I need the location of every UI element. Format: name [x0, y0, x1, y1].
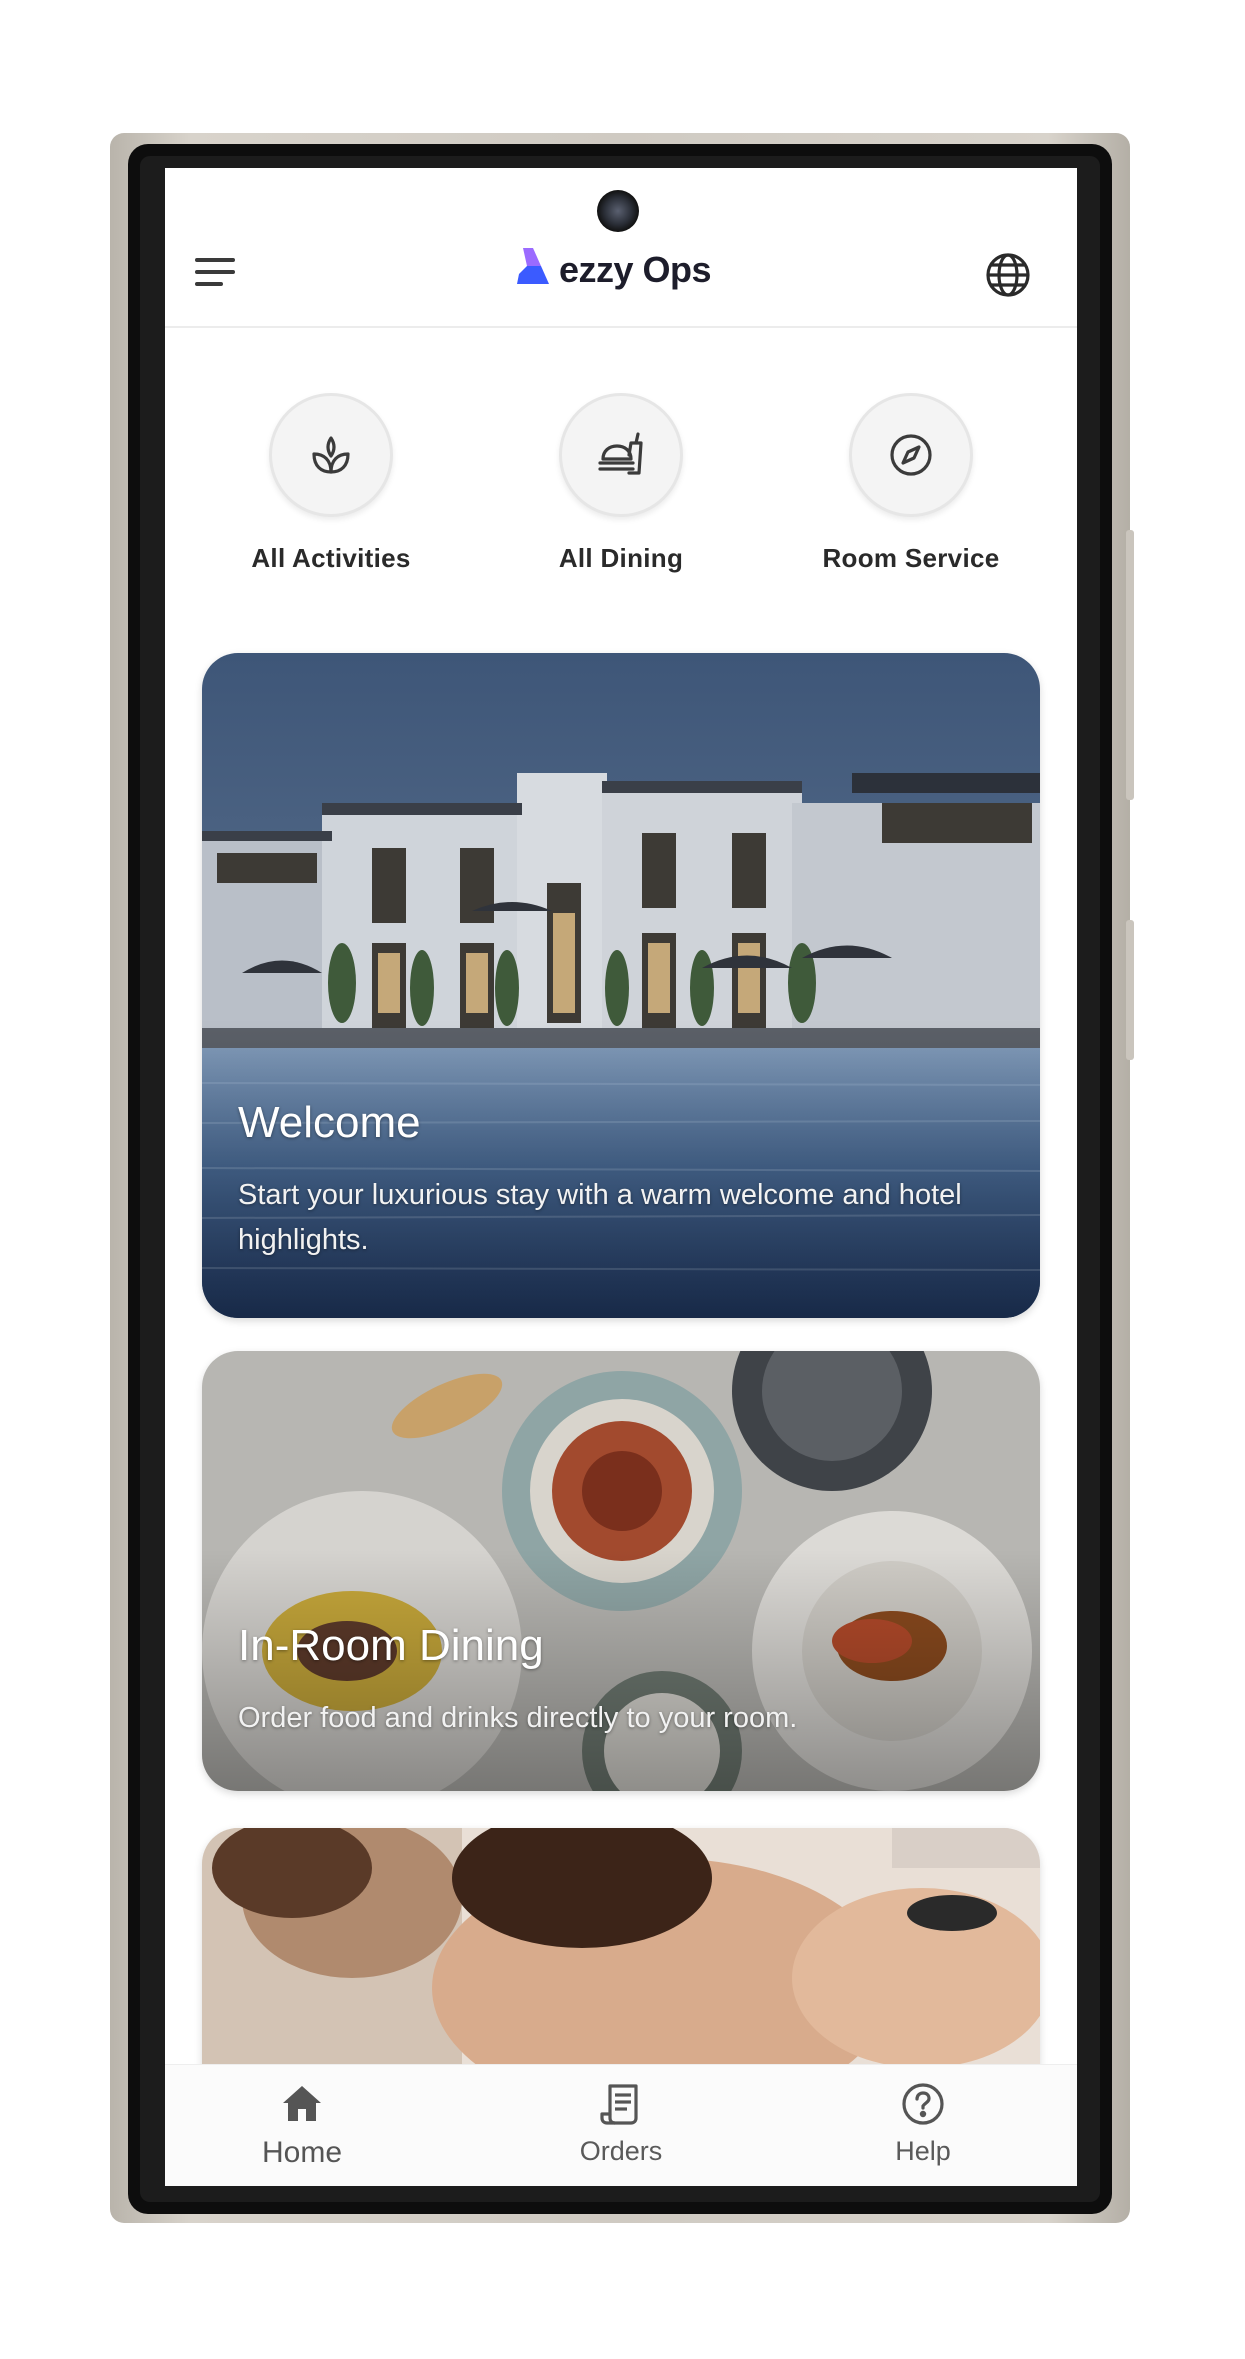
sprout-icon [312, 436, 350, 474]
card-title: Welcome [238, 1098, 421, 1147]
bottom-navigation: Home Orders Help [165, 2064, 1077, 2186]
nav-orders[interactable]: Orders [521, 2081, 721, 2167]
home-icon [283, 2086, 321, 2121]
language-button[interactable] [983, 250, 1033, 300]
nav-label: Orders [579, 2136, 663, 2166]
quick-action-circle [269, 393, 393, 517]
logo-text: ezzy Ops [559, 249, 712, 290]
menu-button[interactable] [195, 256, 237, 292]
help-icon [902, 2083, 944, 2125]
menu-icon-line [195, 270, 235, 274]
compass-icon [890, 434, 932, 476]
card-title: In-Room Dining [238, 1621, 544, 1670]
nav-label: Home [261, 2136, 343, 2169]
receipt-icon [600, 2084, 638, 2125]
logo-mark-icon [517, 248, 549, 284]
menu-icon-line [195, 258, 235, 262]
dining-icon [598, 432, 643, 475]
quick-action-label: All Activities [251, 543, 411, 573]
globe-icon [986, 253, 1030, 297]
phone-screen: ezzy Ops All Activities All Dining Room … [165, 168, 1077, 2186]
nav-help[interactable]: Help [823, 2081, 1023, 2167]
quick-action-circle [849, 393, 973, 517]
quick-action-circle [559, 393, 683, 517]
side-button-volume [1126, 530, 1134, 800]
card-description: Order food and drinks directly to your r… [238, 1702, 798, 1734]
nav-home[interactable]: Home [202, 2081, 402, 2170]
welcome-card[interactable]: Welcome Start your luxurious stay with a… [202, 653, 1040, 1318]
menu-icon-line [195, 282, 223, 286]
side-button-power [1126, 920, 1134, 1060]
front-camera [597, 190, 639, 232]
app-logo: ezzy Ops [515, 246, 712, 294]
quick-action-room-service[interactable]: Room Service [781, 393, 1041, 574]
quick-action-label: All Dining [558, 543, 684, 573]
quick-action-label: Room Service [822, 543, 1000, 573]
quick-action-all-dining[interactable]: All Dining [491, 393, 751, 574]
in-room-dining-card[interactable]: In-Room Dining Order food and drinks dir… [202, 1351, 1040, 1791]
card-description: Start your luxurious stay with a warm we… [238, 1179, 962, 1256]
nav-label: Help [895, 2136, 951, 2166]
quick-action-all-activities[interactable]: All Activities [201, 393, 461, 574]
